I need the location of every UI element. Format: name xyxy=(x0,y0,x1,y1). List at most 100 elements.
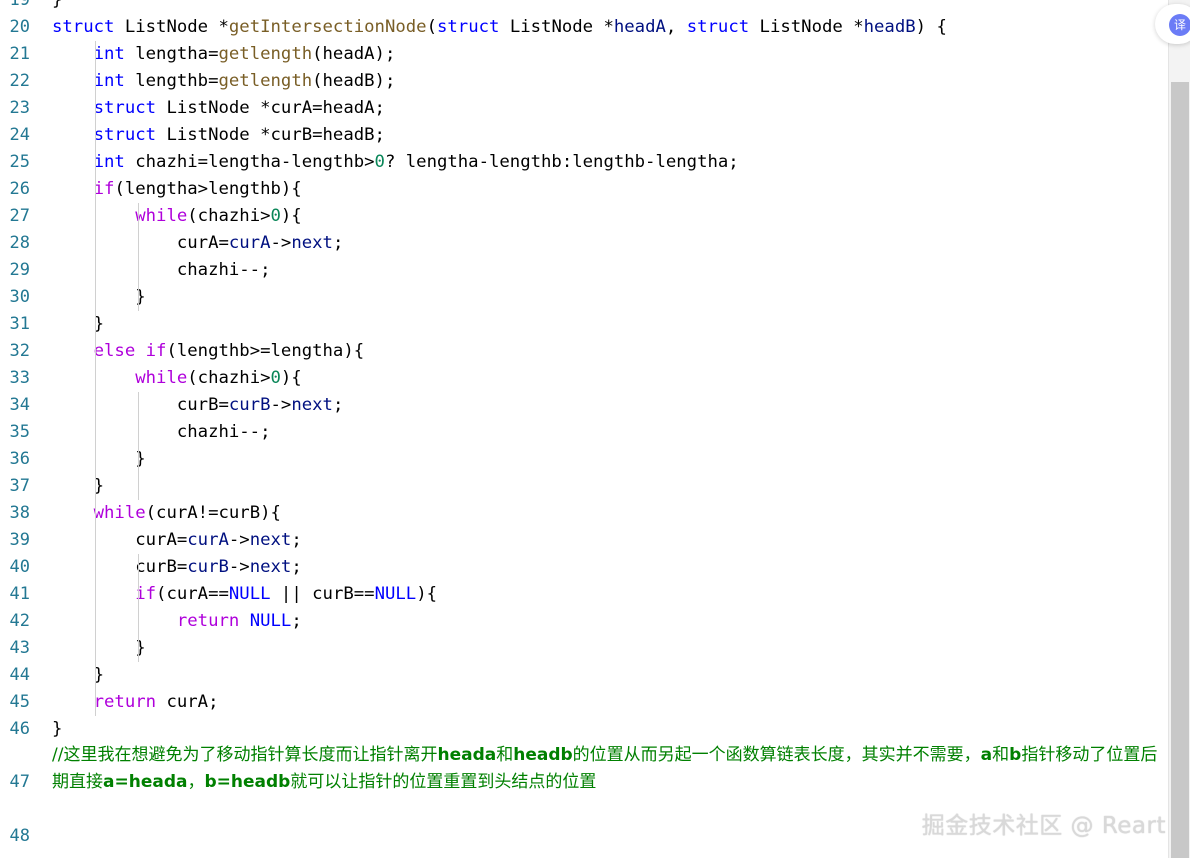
code-token: headA xyxy=(613,17,666,37)
code-token: chazhi=lengtha-lengthb> xyxy=(124,152,375,172)
code-token: while xyxy=(135,206,188,226)
code-token: 0 xyxy=(374,152,385,172)
code-text: } xyxy=(52,284,145,311)
code-token: struct xyxy=(686,17,750,37)
code-text: int lengthb=getlength(headB); xyxy=(52,68,396,95)
code-text: int lengtha=getlength(headA); xyxy=(52,41,396,68)
code-token: curA xyxy=(187,530,229,550)
code-token: ListNode * xyxy=(114,17,229,37)
code-token: (chazhi> xyxy=(187,368,271,388)
code-text: if(lengtha>lengthb){ xyxy=(52,176,302,203)
code-token: int xyxy=(93,44,125,64)
code-token: ; xyxy=(332,233,344,253)
line-number: 33 xyxy=(9,368,30,388)
code-token: ListNode *curA=headA; xyxy=(156,98,385,118)
code-token: } xyxy=(52,449,146,469)
code-token: ; xyxy=(291,611,302,631)
line-number: 29 xyxy=(9,260,30,280)
line-number: 22 xyxy=(9,71,30,91)
code-token: } xyxy=(52,638,146,658)
code-token: curB xyxy=(228,395,271,415)
code-token: ( xyxy=(426,17,437,37)
code-text: } xyxy=(52,662,104,689)
line-number: 41 xyxy=(9,584,30,604)
code-text: chazhi--; xyxy=(52,257,271,284)
code-text: while(curA!=curB){ xyxy=(52,500,281,527)
code-token: while xyxy=(93,503,146,523)
code-token: int xyxy=(93,71,125,91)
code-text: if(curA==NULL || curB==NULL){ xyxy=(52,581,437,608)
indent-guide xyxy=(138,554,139,662)
code-token: ){ xyxy=(416,584,437,604)
code-token: ListNode * xyxy=(749,17,864,37)
translate-icon: 译 xyxy=(1169,14,1190,36)
code-token: NULL xyxy=(228,584,271,604)
code-token: next xyxy=(291,395,333,415)
code-token: ListNode *curB=headB; xyxy=(156,125,385,145)
code-token: ){ xyxy=(280,206,302,226)
code-token: ; xyxy=(332,395,344,415)
code-token: NULL xyxy=(374,584,417,604)
line-number: 34 xyxy=(9,395,30,415)
code-token: curB xyxy=(187,557,229,577)
code-comment: //这里我在想避免为了移动指针算长度而让指针离开heada和headb的位置从而… xyxy=(52,742,1168,796)
code-text: } xyxy=(52,0,62,14)
code-token: } xyxy=(52,476,105,496)
comment-emphasis: b xyxy=(1009,745,1022,765)
comment-emphasis: headb xyxy=(513,745,573,765)
code-text: struct ListNode *curB=headB; xyxy=(52,122,385,149)
code-token: return xyxy=(93,692,157,712)
comment-emphasis: a xyxy=(980,745,993,765)
code-text: while(chazhi>0){ xyxy=(52,203,302,230)
code-token: while xyxy=(135,368,188,388)
code-token: (curA== xyxy=(156,584,229,604)
line-number: 19 xyxy=(9,0,30,10)
line-number: 20 xyxy=(9,17,30,37)
code-text: struct ListNode *curA=headA; xyxy=(52,95,385,122)
code-token: (lengtha>lengthb){ xyxy=(114,179,302,199)
code-token: getIntersectionNode xyxy=(228,17,427,37)
code-token: ){ xyxy=(280,368,302,388)
code-token: NULL xyxy=(249,611,292,631)
line-number: 48 xyxy=(9,826,30,846)
code-text: return curA; xyxy=(52,689,219,716)
line-number: 31 xyxy=(9,314,30,334)
comment-emphasis: a=heada xyxy=(103,772,188,792)
code-token: ListNode * xyxy=(499,17,614,37)
code-editor[interactable]: 19} 20 struct ListNode *getIntersectionNod… xyxy=(0,0,1168,858)
code-token: chazhi--; xyxy=(52,260,271,280)
line-number: 37 xyxy=(9,476,30,496)
code-text: curB=curB->next; xyxy=(52,554,302,581)
code-text: struct ListNode *getIntersectionNode(str… xyxy=(52,14,947,41)
code-token: return xyxy=(176,611,240,631)
line-number: 23 xyxy=(9,98,30,118)
code-token: } xyxy=(52,0,63,10)
code-token: lengtha= xyxy=(124,44,219,64)
line-number: 47 xyxy=(9,772,30,792)
code-token: ) { xyxy=(915,17,947,37)
line-number: 28 xyxy=(9,233,30,253)
code-token: else xyxy=(93,341,136,361)
line-number: 45 xyxy=(9,692,30,712)
vertical-scrollbar[interactable] xyxy=(1168,0,1190,858)
code-token: 0 xyxy=(270,368,281,388)
code-token: } xyxy=(52,719,63,739)
code-token: -> xyxy=(270,395,292,415)
code-text: } xyxy=(52,446,146,473)
code-text: } xyxy=(52,635,146,662)
line-number: 42 xyxy=(9,611,30,631)
comment-text: //这里我在想避免为了移动指针算长度而让指针离开 xyxy=(52,745,438,765)
code-token: next xyxy=(291,233,333,253)
code-token: (headA); xyxy=(312,44,396,64)
line-number: 44 xyxy=(9,665,30,685)
scrollbar-thumb[interactable] xyxy=(1171,82,1189,858)
translate-button[interactable]: 译 xyxy=(1155,4,1190,44)
